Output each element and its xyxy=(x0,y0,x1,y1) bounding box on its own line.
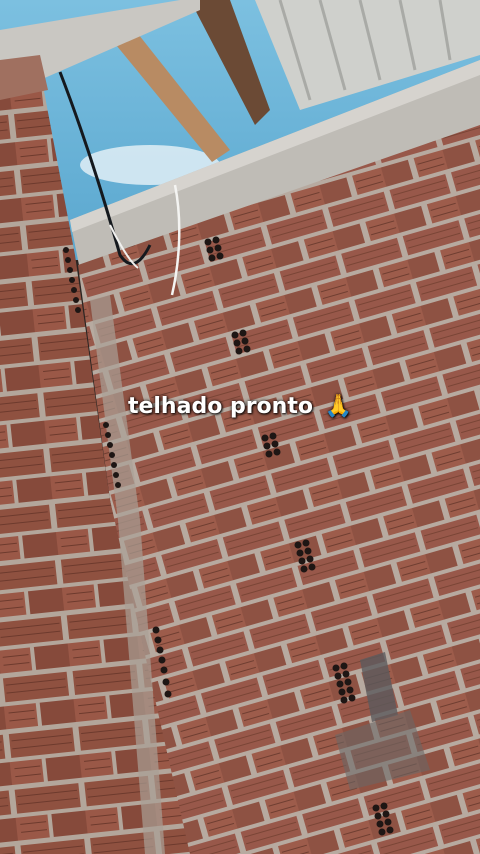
photo-scene: telhado pronto 🙏 xyxy=(0,0,480,854)
caption-overlay: telhado pronto 🙏 xyxy=(0,394,480,419)
brick-wall-photo xyxy=(0,0,480,854)
praying-hands-icon: 🙏 xyxy=(324,394,353,419)
caption-text: telhado pronto xyxy=(127,394,313,419)
